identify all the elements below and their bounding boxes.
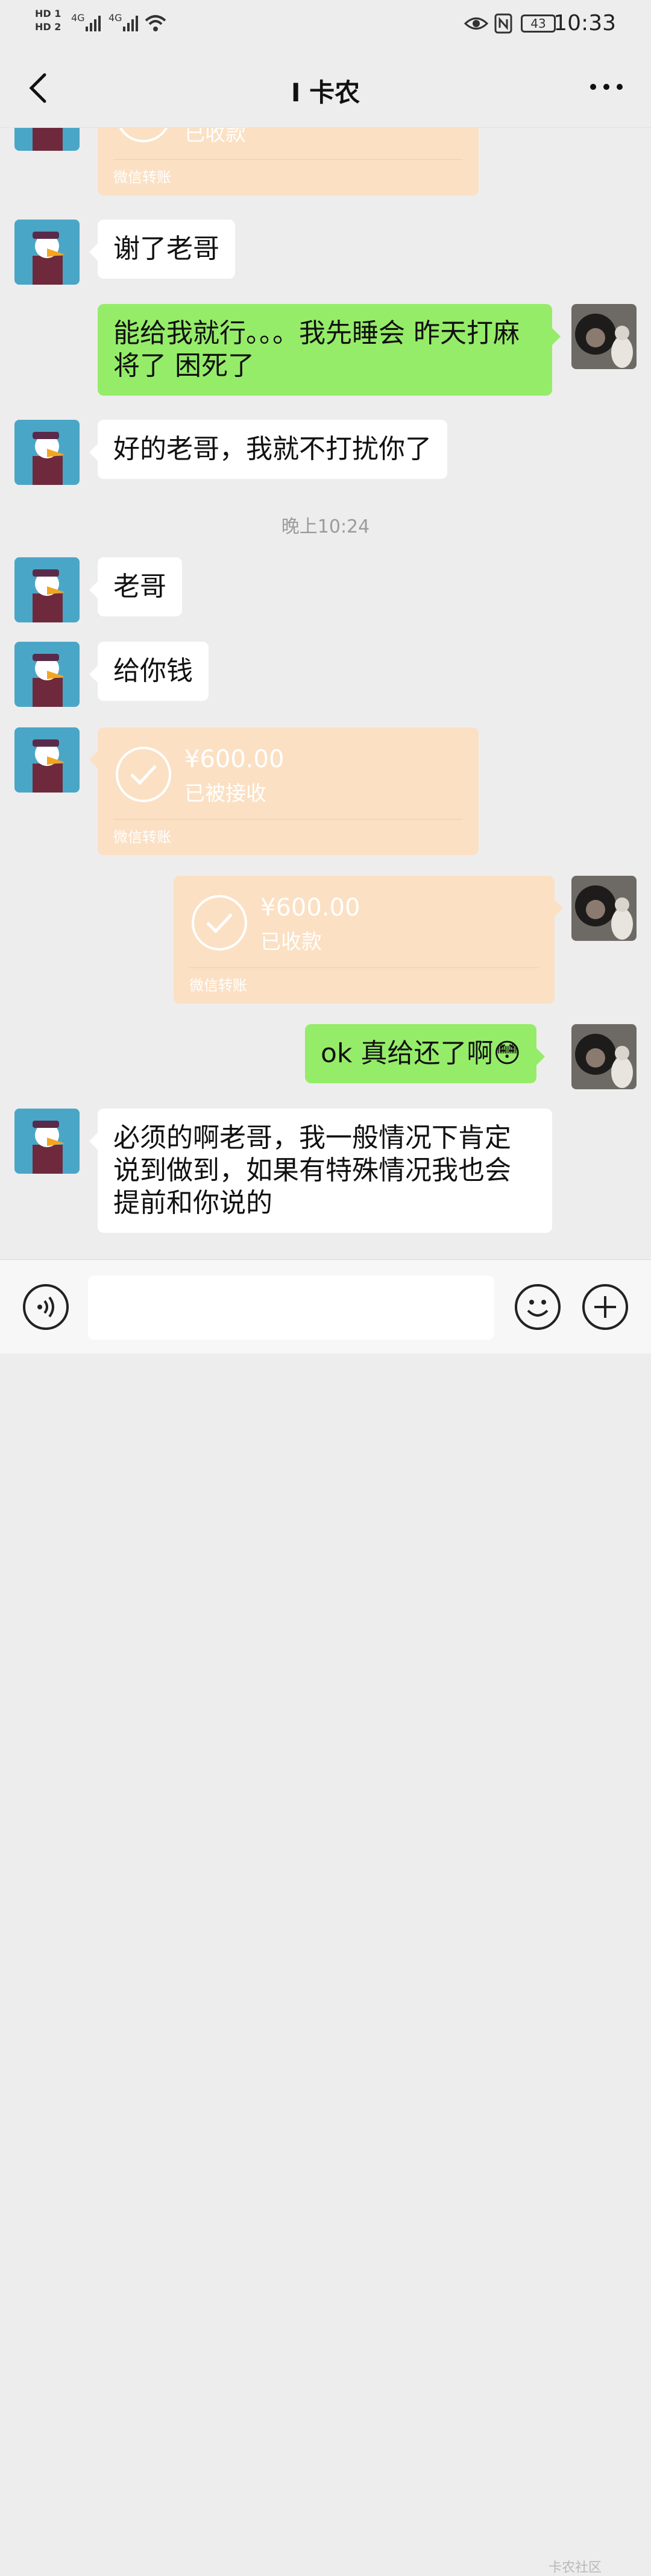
transfer-amount: ¥600.00 (184, 745, 285, 773)
received-message[interactable]: 给你钱 (89, 642, 209, 701)
emoji-button[interactable] (515, 1284, 561, 1330)
nfc-icon (494, 13, 512, 34)
sim1-label: HD 1 (35, 8, 61, 19)
battery-indicator: 43 (521, 14, 556, 33)
check-circle-icon (192, 895, 247, 951)
clock: 10:33 (553, 11, 616, 36)
transfer-status: 已收款 (260, 930, 322, 954)
received-message[interactable]: 老哥 (89, 557, 182, 616)
friend-avatar[interactable] (14, 642, 80, 707)
signal-icon-2 (123, 16, 138, 31)
chat-title: I 卡农 (291, 78, 360, 107)
plus-icon (594, 1296, 616, 1318)
received-message[interactable]: 必须的啊老哥，我一般情况下肯定说到做到，如果有特殊情况我也会提前和你说的 (89, 1109, 552, 1233)
friend-avatar[interactable] (14, 727, 80, 793)
network-type-2: 4G (108, 12, 122, 24)
voice-input-button[interactable] (23, 1284, 69, 1330)
received-message[interactable]: 谢了老哥 (89, 220, 235, 279)
my-avatar[interactable] (571, 304, 637, 369)
wifi-icon (145, 15, 166, 31)
check-circle-icon (116, 747, 171, 802)
input-bar: 卡农社区 (0, 1259, 651, 2575)
message-input[interactable] (88, 1276, 494, 1340)
watermark: 卡农社区 (549, 2560, 602, 2575)
transfer-status: 已收款 (184, 128, 246, 146)
more-functions-button[interactable] (582, 1284, 628, 1330)
smiley-icon (527, 1300, 549, 1317)
signal-icon-1 (86, 16, 101, 31)
transfer-divider (113, 819, 463, 820)
transfer-status: 已被接收 (184, 782, 266, 806)
eye-icon (464, 17, 488, 30)
sim2-label: HD 2 (35, 21, 61, 33)
my-avatar[interactable] (571, 876, 637, 941)
received-message[interactable]: 好的老哥，我就不打扰你了 (89, 420, 447, 479)
transfer-footer: 微信转账 (189, 977, 247, 994)
friend-avatar[interactable] (14, 1109, 80, 1174)
friend-avatar[interactable] (14, 420, 80, 485)
more-options-icon[interactable] (588, 75, 624, 99)
timestamp: 晚上10:24 (281, 516, 370, 537)
transfer-footer: 微信转账 (113, 169, 171, 186)
transfer-divider (189, 967, 539, 968)
sent-message[interactable]: 能给我就行。。。我先睡会 昨天打麻将了 困死了 (98, 304, 561, 396)
chat-header: I 卡农 (0, 48, 651, 128)
message-list[interactable]: 已收款 微信转账 谢了老哥 能给我就行。。。我先睡会 昨天打麻将了 困死了 好的… (0, 128, 651, 1259)
my-avatar[interactable] (571, 1024, 637, 1089)
voice-icon (37, 1296, 54, 1318)
friend-avatar[interactable] (14, 128, 80, 151)
transfer-card[interactable]: 已收款 微信转账 (98, 128, 479, 195)
transfer-amount: ¥600.00 (260, 894, 360, 922)
sim-indicators: HD 1 HD 2 (35, 7, 61, 34)
sent-message[interactable]: ok 真给还了啊😳 (305, 1024, 546, 1083)
network-type-1: 4G (71, 12, 85, 24)
status-bar: HD 1 HD 2 4G 4G 43 10:33 (0, 0, 651, 48)
check-circle-icon (116, 128, 171, 142)
friend-avatar[interactable] (14, 220, 80, 285)
transfer-card[interactable]: ¥600.00 已收款 微信转账 (174, 876, 563, 1004)
transfer-divider (113, 159, 463, 160)
transfer-footer: 微信转账 (113, 829, 171, 846)
friend-avatar[interactable] (14, 557, 80, 622)
transfer-card[interactable]: ¥600.00 已被接收 微信转账 (89, 727, 479, 855)
